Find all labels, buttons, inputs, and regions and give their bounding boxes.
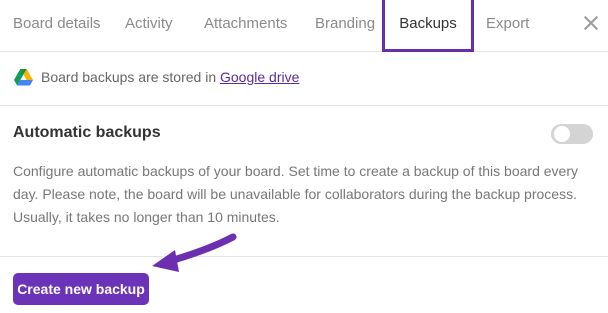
automatic-backups-description: Configure automatic backups of your boar… — [13, 163, 578, 225]
google-drive-icon — [14, 69, 33, 86]
tab-export[interactable]: Export — [486, 0, 529, 52]
tab-board-details[interactable]: Board details — [13, 0, 101, 52]
automatic-backups-toggle[interactable] — [551, 124, 593, 144]
close-icon[interactable] — [582, 14, 600, 32]
annotation-arrow-icon — [152, 233, 237, 272]
tab-activity[interactable]: Activity — [125, 0, 173, 52]
section-title: Automatic backups — [13, 124, 161, 141]
tab-attachments[interactable]: Attachments — [204, 0, 287, 52]
tab-branding[interactable]: Branding — [315, 0, 375, 52]
divider — [0, 256, 608, 257]
backup-location-info: Board backups are stored in Google drive — [0, 52, 608, 106]
info-text: Board backups are stored in Google drive — [41, 69, 299, 85]
settings-tabs: Board details Activity Attachments Brand… — [0, 0, 608, 52]
tab-backups[interactable]: Backups — [382, 0, 474, 52]
create-backup-button[interactable]: Create new backup — [13, 273, 149, 305]
info-label: Board backups are stored in — [41, 69, 220, 85]
toggle-knob — [554, 126, 570, 142]
google-drive-link[interactable]: Google drive — [220, 69, 299, 85]
